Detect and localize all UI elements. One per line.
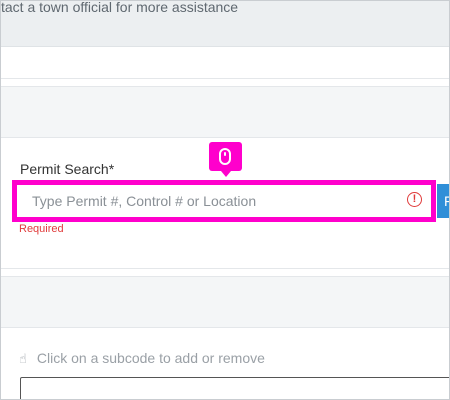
section-header-band-2 [1,276,449,328]
permit-search-button[interactable]: F [437,184,449,218]
section-spacer [1,47,449,79]
notice-banner: tact a town official for more assistance [1,0,449,47]
section-header-band [1,86,449,138]
permit-search-label: Permit Search* [20,161,115,177]
subcode-list[interactable] [20,377,449,399]
subcode-hint-text: Click on a subcode to add or remove [36,350,265,366]
hand-pointer-icon: ☝ [19,351,27,366]
page-frame: tact a town official for more assistance… [0,0,450,400]
click-indicator-badge [209,142,242,177]
mouse-icon [219,148,231,165]
notice-text: tact a town official for more assistance [1,0,239,15]
subcode-hint: ☝ Click on a subcode to add or remove [19,350,265,367]
permit-search-highlight: ! [12,180,436,222]
exclamation-circle-icon: ! [407,192,422,207]
permit-search-input[interactable] [20,188,428,214]
validation-message: Required [19,223,64,235]
